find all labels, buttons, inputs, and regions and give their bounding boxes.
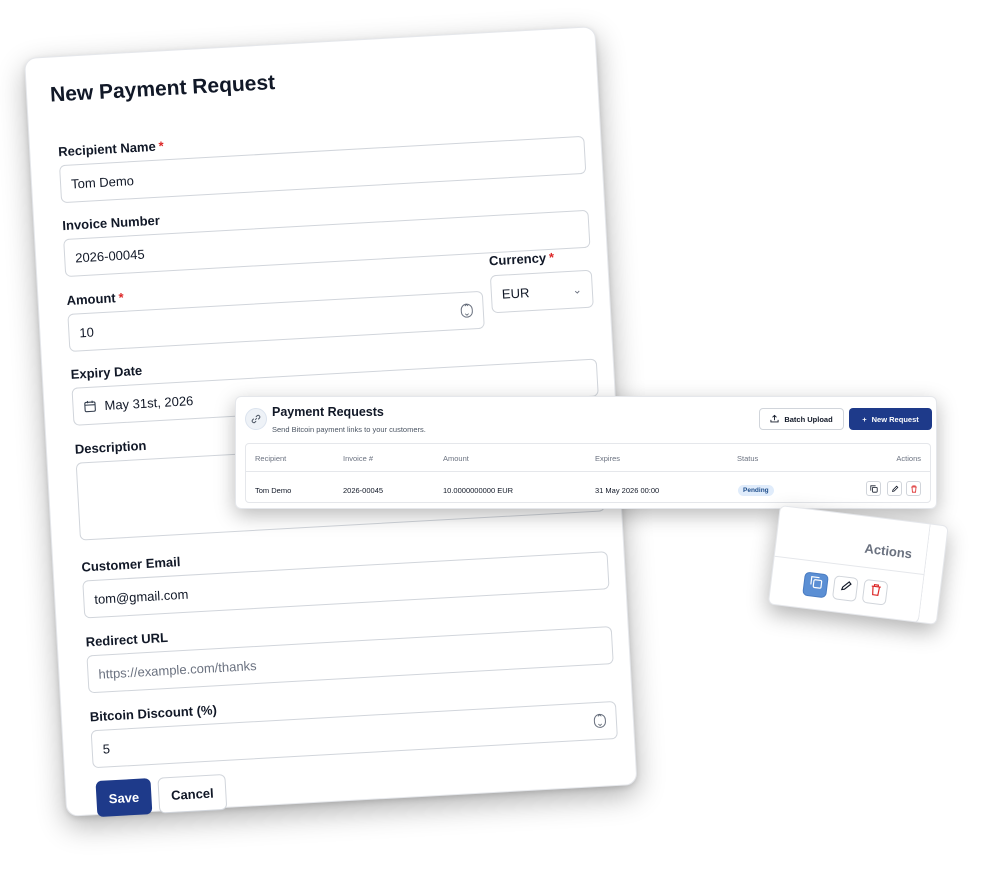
column-header: Amount [443,454,469,463]
invoice-label: Invoice Number [61,212,161,234]
redirect-label: Redirect URL [85,629,169,650]
trash-icon [868,583,883,602]
delete-button[interactable] [906,481,921,496]
column-header: Expires [595,454,621,463]
discount-label: Bitcoin Discount (%) [89,702,218,725]
amount-input[interactable]: 10 ⌃ ⌄ [67,290,485,352]
expiry-label: Expiry Date [70,362,143,382]
stepper-icon[interactable]: ⌃ ⌄ [460,302,474,319]
copy-button[interactable] [802,571,829,599]
trash-icon [910,480,918,498]
form-title: New Payment Request [49,71,276,107]
copy-icon [869,480,878,498]
edit-button[interactable] [887,481,902,496]
payment-requests-table: Recipient Invoice # Amount Expires Statu… [245,443,931,503]
description-label: Description [74,437,147,457]
email-label: Customer Email [81,554,181,575]
chevron-down-icon: ⌄ [572,283,583,297]
invoice-cell: 2026-00045 [343,486,384,495]
column-header: Invoice # [343,454,374,463]
page-subtitle: Send Bitcoin payment links to your custo… [272,425,426,434]
calendar-icon [83,399,97,413]
column-header: Status [737,454,759,463]
upload-icon [770,414,779,425]
link-icon [245,408,267,430]
delete-button[interactable] [861,578,889,606]
amount-cell: 10.0000000000 EUR [443,486,514,495]
edit-button[interactable] [831,575,859,602]
actions-header: Actions [863,540,913,562]
pencil-icon [891,480,899,498]
page-title: Payment Requests [272,405,384,419]
status-badge: Pending [738,485,774,496]
stepper-icon[interactable]: ⌃ ⌄ [593,713,607,729]
recipient-cell: Tom Demo [255,486,292,495]
payment-requests-card: Payment Requests Send Bitcoin payment li… [235,396,937,509]
recipient-label: Recipient Name * [57,138,165,160]
expires-cell: 31 May 2026 00:00 [595,486,660,495]
actions-zoom-card: Actions [767,505,949,625]
currency-label: Currency * [488,249,555,269]
plus-icon: + [862,414,867,424]
save-button[interactable]: Save [95,778,153,818]
batch-upload-button[interactable]: Batch Upload [759,408,844,430]
copy-icon [808,575,823,594]
copy-button[interactable] [866,481,881,496]
amount-label: Amount * [66,289,125,308]
pencil-icon [838,579,853,598]
cancel-button[interactable]: Cancel [157,773,228,814]
new-request-button[interactable]: + New Request [849,408,932,430]
column-header: Recipient [255,454,287,463]
currency-select[interactable]: EUR ⌄ [489,269,594,314]
column-header: Actions [896,454,921,463]
